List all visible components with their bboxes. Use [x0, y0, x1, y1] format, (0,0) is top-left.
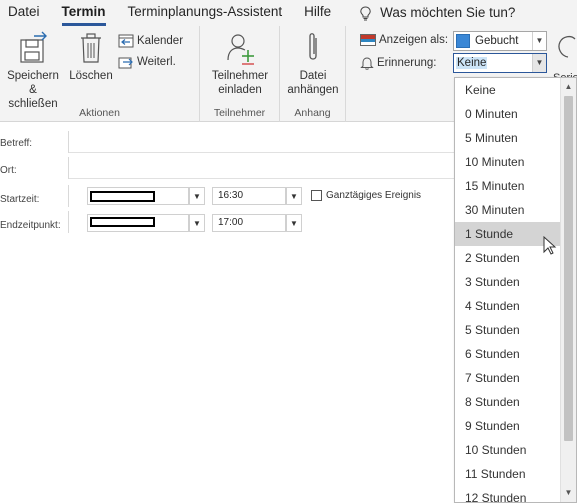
reminder-option[interactable]: 8 Stunden: [455, 390, 560, 414]
invite-label-2: einladen: [218, 84, 262, 96]
reminder-option[interactable]: 30 Minuten: [455, 198, 560, 222]
start-divider: [68, 185, 69, 207]
group-teilnehmer: Teilnehmer einladen Teilnehmer: [200, 26, 280, 122]
tab-termin-label: Termin: [61, 4, 106, 19]
start-date-redacted: [90, 191, 155, 202]
calendar-arrow-icon: [118, 34, 134, 48]
reminder-option[interactable]: Keine: [455, 78, 560, 102]
location-label: Ort:: [0, 165, 17, 176]
reminder-option[interactable]: 11 Stunden: [455, 462, 560, 486]
end-time-input[interactable]: 17:00: [212, 214, 286, 232]
save-close-label-1: Speichern: [7, 70, 59, 82]
reminder-option[interactable]: 5 Stunden: [455, 318, 560, 342]
reminder-option[interactable]: 7 Stunden: [455, 366, 560, 390]
reminder-option[interactable]: 15 Minuten: [455, 174, 560, 198]
reminder-option[interactable]: 3 Stunden: [455, 270, 560, 294]
group-label-teilnehmer: Teilnehmer: [213, 107, 266, 119]
bell-icon: [360, 57, 374, 70]
reminder-option[interactable]: 10 Stunden: [455, 438, 560, 462]
group-label-aktionen: Aktionen: [79, 107, 120, 119]
reminder-dropdown-list: Keine 0 Minuten 5 Minuten 10 Minuten 15 Minu…: [454, 77, 577, 503]
attach-file-button[interactable]: Datei anhängen: [284, 30, 342, 97]
paperclip-icon: [309, 33, 317, 60]
show-as-icon: [360, 34, 376, 46]
delete-label: Löschen: [69, 70, 113, 82]
mouse-cursor-icon: [543, 236, 557, 255]
add-attendee-icon: [227, 34, 254, 65]
show-as-value: Gebucht: [475, 35, 519, 47]
location-input[interactable]: [69, 157, 469, 179]
start-label: Startzeit:: [0, 194, 40, 205]
end-date-input[interactable]: [87, 214, 189, 232]
start-date-input[interactable]: [87, 187, 189, 205]
checkbox-box[interactable]: [311, 190, 322, 201]
recurrence-icon: [558, 35, 576, 58]
group-aktionen: Speichern & schließen Löschen Kalender W…: [0, 26, 200, 122]
allday-checkbox[interactable]: Ganztägiges Ereignis: [311, 190, 421, 201]
calendar-label: Kalender: [137, 35, 184, 47]
ribbon-tabs: Datei Termin Terminplanungs-Assistent Hi…: [0, 0, 577, 26]
invite-attendees-button[interactable]: Teilnehmer einladen: [204, 30, 276, 97]
end-date-dropdown[interactable]: ▼: [189, 214, 205, 232]
tab-terminplanungs-assistent[interactable]: Terminplanungs-Assistent: [114, 0, 291, 26]
attach-label-2: anhängen: [287, 84, 339, 96]
forward-button[interactable]: Weiterl.: [118, 55, 176, 69]
scroll-thumb[interactable]: [564, 96, 573, 441]
scroll-up-icon[interactable]: ▲: [562, 80, 575, 94]
start-date-dropdown[interactable]: ▼: [189, 187, 205, 205]
show-as-label: Anzeigen als:: [360, 34, 448, 46]
end-time-dropdown[interactable]: ▼: [286, 214, 302, 232]
tell-me-search[interactable]: Was möchten Sie tun?: [339, 0, 523, 26]
group-label-anhang: Anhang: [294, 107, 331, 119]
reminder-select[interactable]: Keine ▼: [453, 53, 547, 73]
forward-icon: [118, 57, 133, 69]
end-label: Endzeitpunkt:: [0, 220, 61, 231]
subject-label: Betreff:: [0, 138, 33, 149]
invite-label-1: Teilnehmer: [211, 70, 269, 82]
tab-hilfe[interactable]: Hilfe: [290, 0, 339, 26]
trash-icon: [81, 33, 101, 63]
reminder-option[interactable]: 5 Minuten: [455, 126, 560, 150]
reminder-option[interactable]: 0 Minuten: [455, 102, 560, 126]
reminder-text: Erinnerung:: [377, 57, 437, 69]
end-date-redacted: [90, 217, 155, 227]
reminder-value: Keine: [456, 57, 488, 69]
subject-input[interactable]: [69, 131, 469, 153]
reminder-option[interactable]: 4 Stunden: [455, 294, 560, 318]
forward-label: Weiterl.: [137, 56, 176, 68]
start-time-dropdown[interactable]: ▼: [286, 187, 302, 205]
chevron-down-icon[interactable]: ▼: [532, 54, 546, 72]
start-time-input[interactable]: 16:30: [212, 187, 286, 205]
reminder-label: Erinnerung:: [360, 56, 436, 70]
tell-me-text: Was möchten Sie tun?: [380, 5, 516, 20]
attach-label-1: Datei: [299, 70, 327, 82]
dropdown-scrollbar[interactable]: ▲ ▼: [560, 78, 576, 502]
lightbulb-icon: [360, 5, 371, 20]
tab-termin[interactable]: Termin: [48, 0, 114, 26]
recurrence-button[interactable]: Serie: [553, 32, 577, 82]
reminder-options: Keine 0 Minuten 5 Minuten 10 Minuten 15 Minu…: [455, 78, 576, 503]
save-close-button[interactable]: Speichern & schließen: [4, 30, 62, 111]
group-anhang: Datei anhängen Anhang: [280, 26, 346, 122]
tab-datei[interactable]: Datei: [0, 0, 48, 26]
chevron-down-icon[interactable]: ▼: [532, 32, 546, 50]
delete-button[interactable]: Löschen: [66, 30, 116, 83]
show-as-text: Anzeigen als:: [379, 34, 449, 46]
end-divider: [68, 211, 69, 233]
show-as-select[interactable]: Gebucht ▼: [453, 31, 547, 51]
reminder-option[interactable]: 10 Minuten: [455, 150, 560, 174]
reminder-option[interactable]: 12 Stunden: [455, 486, 560, 503]
calendar-button[interactable]: Kalender: [118, 34, 183, 48]
scroll-down-icon[interactable]: ▼: [562, 486, 575, 500]
reminder-option[interactable]: 9 Stunden: [455, 414, 560, 438]
reminder-option[interactable]: 6 Stunden: [455, 342, 560, 366]
save-close-icon: [20, 31, 47, 63]
allday-label: Ganztägiges Ereignis: [326, 190, 422, 201]
busy-color-swatch: [456, 34, 470, 48]
